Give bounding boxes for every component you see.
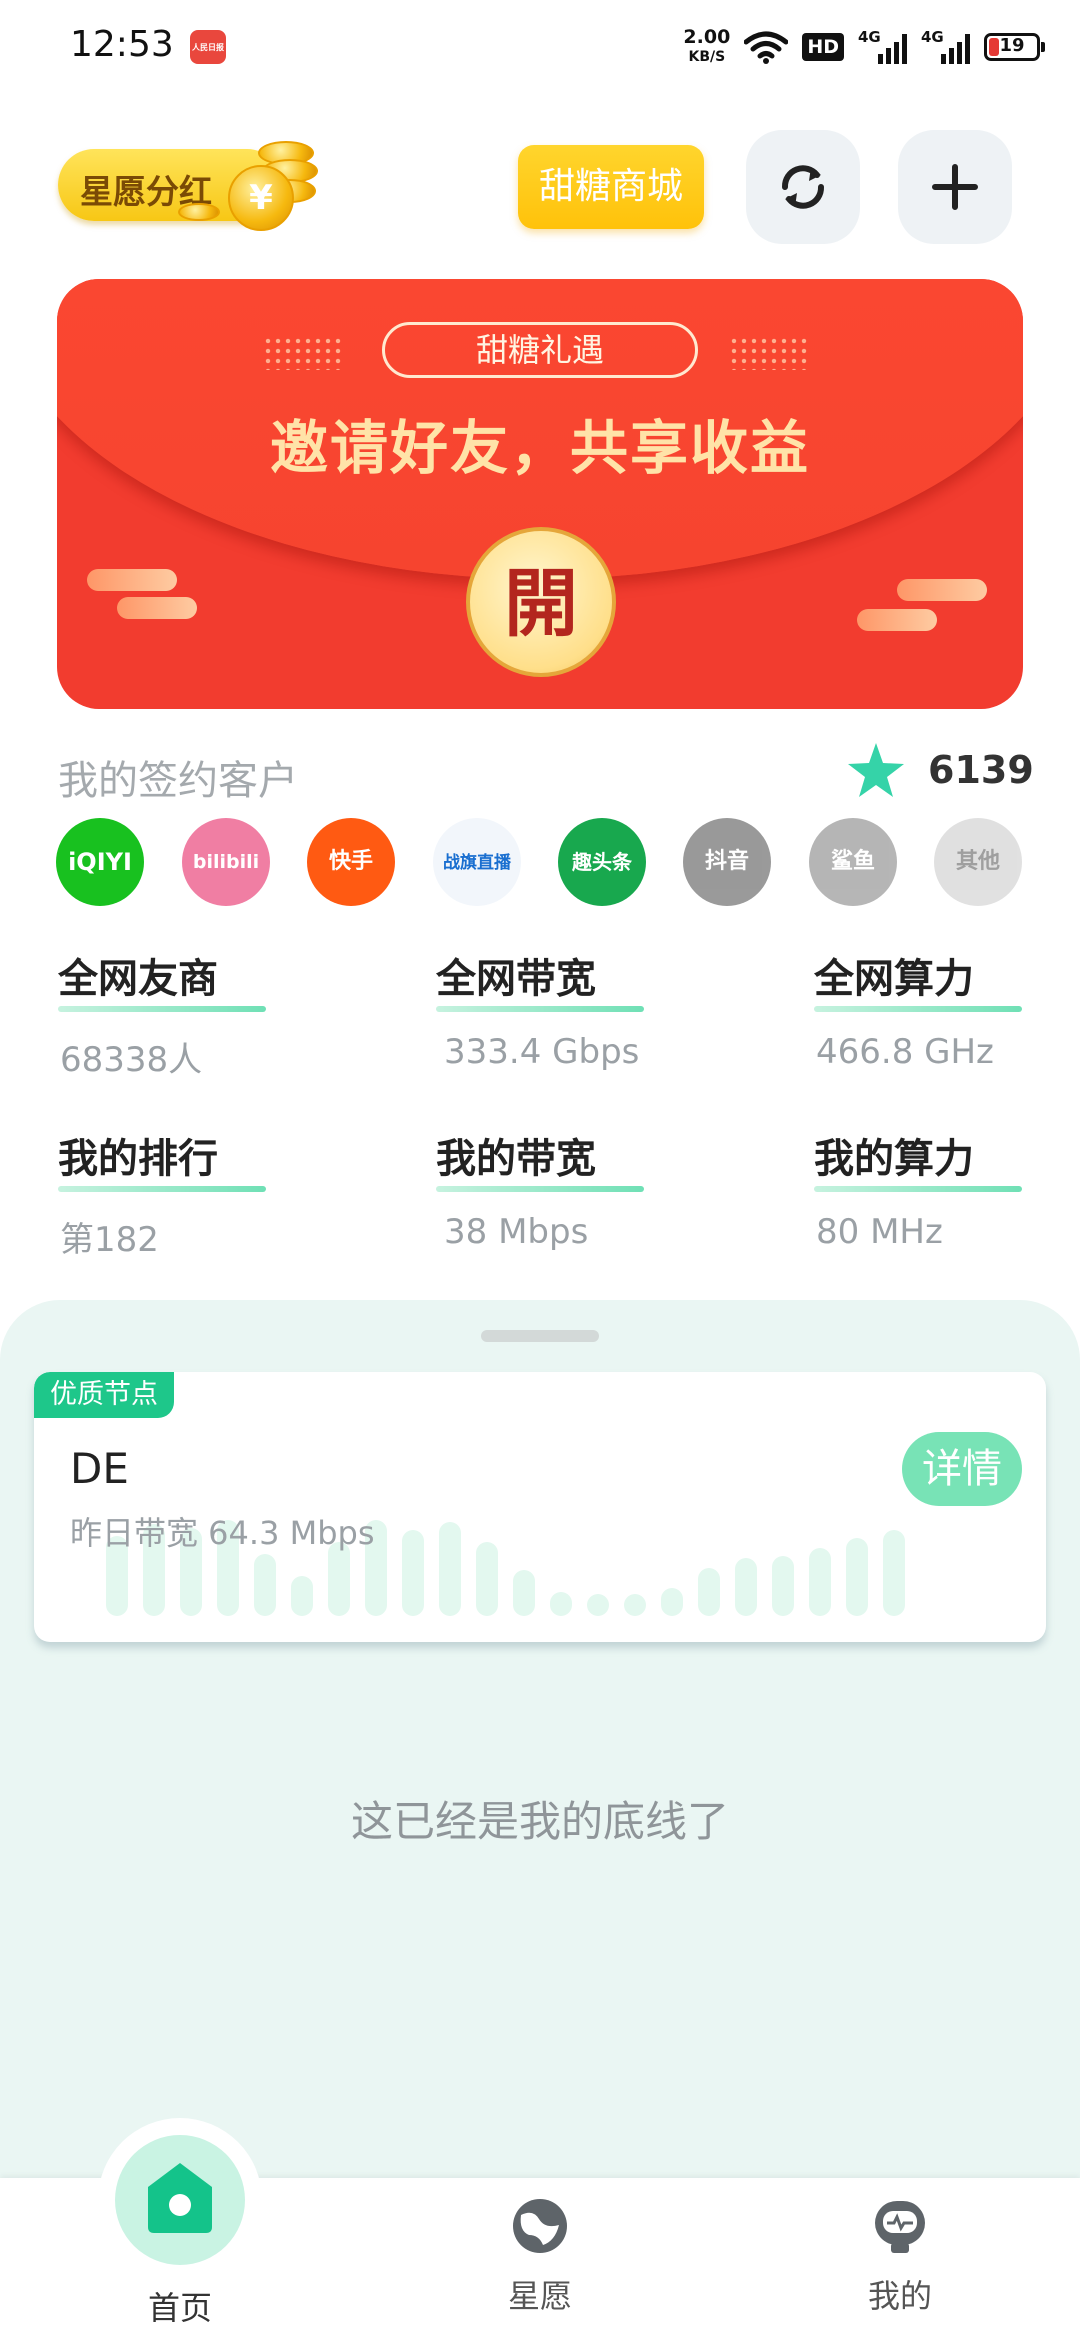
yuan-coin-icon: ¥	[228, 165, 294, 231]
qutoutiao-logo-icon[interactable]: 趣头条	[558, 818, 646, 906]
tab-home[interactable]: 首页	[80, 2195, 280, 2329]
kuaishou-logo-icon[interactable]: 快手	[307, 818, 395, 906]
node-name: DE	[70, 1444, 129, 1493]
stat-label: 我的算力	[814, 1136, 974, 1182]
zhanqi-logo-icon[interactable]: 战旗直播	[433, 818, 521, 906]
tab-mine[interactable]: 我的	[800, 2195, 1000, 2317]
app-label: 快手	[328, 849, 373, 874]
battery-icon: 19	[984, 33, 1045, 61]
stat-value: 68338人	[60, 1040, 203, 1080]
wifi-icon	[744, 31, 789, 64]
cloud-decoration	[857, 609, 937, 631]
app-label: 鲨鱼	[830, 849, 875, 874]
stat-label: 全网友商	[58, 956, 218, 1002]
stat-underline	[436, 1006, 644, 1012]
banner-ribbon: 甜糖礼遇	[382, 322, 698, 378]
status-bar: 12:53 人民日报 2.00 KB/S HD 4G 4G 19	[0, 0, 1080, 96]
sheet-drag-handle[interactable]	[481, 1330, 599, 1342]
plus-icon	[932, 164, 978, 210]
app-label: 战旗直播	[443, 853, 511, 873]
signal-icon-1: 4G	[858, 28, 907, 64]
banner-title: 邀请好友，共享收益	[269, 414, 810, 482]
news-app-icon: 人民日报	[190, 30, 226, 64]
network-speed-unit: KB/S	[688, 49, 726, 65]
stat-network-bandwidth: 全网带宽 333.4 Gbps	[436, 946, 646, 1072]
stat-my-rank: 我的排行 第182	[58, 1126, 268, 1261]
app-label: 抖音	[704, 849, 749, 874]
stat-network-partners: 全网友商 68338人	[58, 946, 268, 1081]
tab-home-label: 首页	[147, 2289, 212, 2327]
stat-value: 第182	[60, 1220, 159, 1260]
xingyuan-dividend-button[interactable]: 星愿分红 ¥	[58, 141, 318, 231]
stat-label: 全网算力	[814, 956, 974, 1002]
customer-app-list: iQIYI bilibili 快手 战旗直播 趣头条 抖音 鲨鱼 其他	[56, 818, 1026, 906]
network-speed-value: 2.00	[683, 26, 731, 48]
stat-underline	[814, 1186, 1022, 1192]
invite-friends-banner[interactable]: 甜糖礼遇 邀请好友，共享收益 開	[57, 279, 1023, 709]
app-label: iQIYI	[68, 848, 132, 876]
tab-mine-label: 我的	[867, 2277, 932, 2315]
refresh-button[interactable]	[746, 130, 860, 244]
planet-icon	[509, 2195, 571, 2257]
iqiyi-logo-icon[interactable]: iQIYI	[56, 818, 144, 906]
battery-level: 19	[999, 35, 1025, 56]
stat-value: 466.8 GHz	[816, 1032, 994, 1072]
network-speed: 2.00 KB/S	[683, 27, 730, 67]
tab-xingyuan[interactable]: 星愿	[440, 2195, 640, 2317]
bilibili-logo-icon[interactable]: bilibili	[182, 818, 270, 906]
customer-count: 6139	[928, 748, 1034, 792]
douyin-logo-icon[interactable]: 抖音	[683, 818, 771, 906]
stat-label: 我的排行	[58, 1136, 218, 1182]
tab-xingyuan-label: 星愿	[507, 2277, 572, 2315]
cloud-decoration	[897, 579, 987, 601]
news-badge-text: 人民日报	[192, 43, 224, 52]
status-icons: 2.00 KB/S HD 4G 4G 19	[683, 22, 1045, 72]
stat-underline	[814, 1006, 1022, 1012]
stat-my-bandwidth: 我的带宽 38 Mbps	[436, 1126, 646, 1252]
stat-value: 38 Mbps	[444, 1212, 589, 1252]
other-app-logo-icon[interactable]: 其他	[934, 818, 1022, 906]
stat-underline	[58, 1006, 266, 1012]
signal-1-label: 4G	[858, 28, 881, 46]
stat-value: 80 MHz	[816, 1212, 943, 1252]
add-button[interactable]	[898, 130, 1012, 244]
banner-dots-right	[729, 336, 811, 370]
refresh-icon	[782, 165, 824, 209]
stat-network-computing: 全网算力 466.8 GHz	[814, 946, 1024, 1072]
hd-voice-icon: HD	[802, 33, 844, 61]
app-label: bilibili	[192, 851, 260, 873]
signal-2-label: 4G	[921, 28, 944, 46]
star-icon	[848, 743, 904, 797]
status-time: 12:53	[70, 24, 174, 65]
stat-underline	[436, 1186, 644, 1192]
stat-label: 全网带宽	[436, 956, 596, 1002]
node-detail-button[interactable]: 详情	[902, 1432, 1022, 1506]
cloud-decoration	[117, 597, 197, 619]
cloud-decoration	[87, 569, 177, 591]
coin-small-icon	[178, 203, 220, 221]
sugar-mall-button[interactable]: 甜糖商城	[518, 145, 704, 229]
stat-my-computing: 我的算力 80 MHz	[814, 1126, 1024, 1252]
node-yesterday-bandwidth: 昨日带宽 64.3 Mbps	[70, 1514, 375, 1552]
node-card[interactable]: 优质节点 DE 昨日带宽 64.3 Mbps 详情	[34, 1372, 1046, 1642]
node-sheet: 优质节点 DE 昨日带宽 64.3 Mbps 详情 这已经是我的底线了	[0, 1300, 1080, 2180]
quality-node-tag: 优质节点	[34, 1372, 174, 1418]
app-label: 其他	[955, 849, 1000, 874]
robot-icon	[869, 2195, 931, 2257]
banner-dots-left	[263, 336, 345, 370]
signal-icon-2: 4G	[921, 28, 970, 64]
shark-logo-icon[interactable]: 鲨鱼	[809, 818, 897, 906]
app-label: 趣头条	[572, 850, 632, 874]
stat-label: 我的带宽	[436, 1136, 596, 1182]
signed-customers-title: 我的签约客户	[58, 758, 298, 804]
open-envelope-button[interactable]: 開	[466, 527, 616, 677]
stat-underline	[58, 1186, 266, 1192]
stat-value: 333.4 Gbps	[444, 1032, 640, 1072]
end-of-list-text: 这已经是我的底线了	[350, 1797, 729, 1846]
